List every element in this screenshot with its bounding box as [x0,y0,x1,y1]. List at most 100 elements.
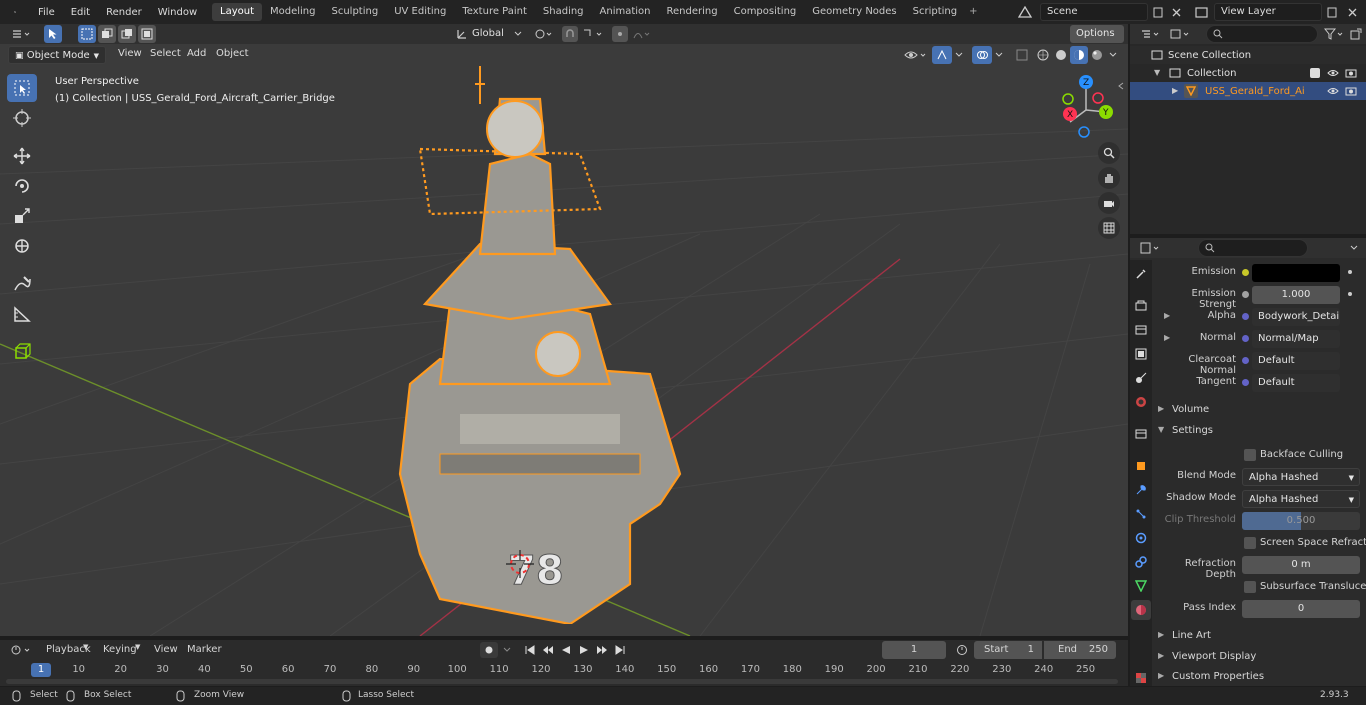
blend-mode-dropdown[interactable]: Alpha Hashed ▼ [1242,468,1360,486]
tool-settings-tab-icon[interactable] [1133,266,1149,282]
3d-cursor-icon[interactable] [506,550,534,578]
keyframe-dot-icon[interactable] [1348,336,1352,340]
orientation-icon[interactable] [454,26,470,42]
physics-tab-icon[interactable] [1133,530,1149,546]
volume-section[interactable]: ▶ Volume [1152,400,1366,420]
add-cube-tool-icon[interactable] [7,338,37,366]
blender-logo-icon[interactable] [6,3,24,21]
scene-tab-icon[interactable] [1133,370,1149,386]
display-mode-icon[interactable] [1168,26,1192,42]
new-view-layer-icon[interactable] [1324,3,1340,21]
select-extend-icon[interactable] [98,25,116,43]
shading-dropdown-icon[interactable] [1106,46,1120,64]
socket-dot-icon[interactable] [1242,379,1249,386]
collection-expand-icon[interactable]: ▼ [1154,68,1160,77]
pivot-point-icon[interactable] [532,26,556,42]
rotate-tool-icon[interactable] [7,172,37,200]
clip-threshold-slider[interactable]: 0.500 [1242,512,1360,530]
snap-icon[interactable] [562,26,578,42]
keyframe-dot-icon[interactable] [1348,314,1352,318]
proportional-edit-icon[interactable] [612,26,628,42]
rendered-shading-icon[interactable] [1088,46,1106,64]
ship-model[interactable]: 78 [380,54,710,624]
perspective-grid-icon[interactable] [1098,217,1120,239]
current-frame-field[interactable]: 1 [882,641,946,659]
viewport-menu-add[interactable]: Add [187,48,206,59]
select-box-tool-icon[interactable] [7,74,37,102]
material-tab-icon[interactable] [1131,600,1151,620]
socket-value[interactable]: Default [1252,374,1340,392]
overlays-dropdown-icon[interactable] [992,46,1006,64]
end-frame-field[interactable]: End 250 [1044,641,1116,659]
timeline-menu-marker[interactable]: Marker [187,644,222,655]
add-workspace-button[interactable]: + [965,3,981,21]
socket-value[interactable]: Bodywork_Details_... [1252,308,1340,326]
render-tab-icon[interactable] [1133,298,1149,314]
menu-edit[interactable]: Edit [63,7,98,18]
scene-icon[interactable] [1014,3,1036,21]
tab-rendering[interactable]: Rendering [659,3,726,21]
tab-scripting[interactable]: Scripting [905,3,965,21]
keyframe-dot-icon[interactable] [1348,358,1352,362]
object-eye-icon[interactable] [1326,85,1340,97]
object-expand-icon[interactable]: ▶ [1172,86,1178,95]
custom-properties-section[interactable]: ▶ Custom Properties [1152,667,1366,686]
modifier-tab-icon[interactable] [1133,482,1149,498]
falloff-icon[interactable] [630,26,654,42]
cursor-tool-icon[interactable] [7,104,37,132]
record-icon[interactable] [480,642,498,658]
socket-dot-icon[interactable] [1242,291,1249,298]
transform-tool-icon[interactable] [7,232,37,260]
outliner-row-scene-collection[interactable]: Scene Collection [1130,46,1366,64]
tab-sculpting[interactable]: Sculpting [324,3,387,21]
viewport-menu-object[interactable]: Object [216,48,249,59]
timeline-menu-view[interactable]: View [154,644,178,655]
properties-options-icon[interactable] [1346,240,1362,256]
viewport-display-section[interactable]: ▶ Viewport Display [1152,647,1366,667]
outliner-search-input[interactable] [1206,25,1318,43]
socket-dot-icon[interactable] [1242,357,1249,364]
texture-tab-icon[interactable] [1133,670,1149,686]
select-subtract-icon[interactable] [118,25,136,43]
socket-value[interactable]: Default [1252,352,1340,370]
tab-uv-editing[interactable]: UV Editing [386,3,454,21]
settings-section[interactable]: ▼ Settings [1152,421,1366,441]
tab-compositing[interactable]: Compositing [726,3,805,21]
menu-file[interactable]: File [30,7,63,18]
backface-culling-checkbox[interactable] [1244,449,1256,461]
collection-tab-icon[interactable] [1133,426,1149,442]
timeline-ruler[interactable]: 1 10 20 30 40 50 60 70 80 90 100 110 120 130 140 150 160… [0,660,1128,686]
measure-tool-icon[interactable] [7,300,37,328]
tab-texture-paint[interactable]: Texture Paint [454,3,535,21]
collection-eye-icon[interactable] [1326,67,1340,79]
gizmo-toggle-icon[interactable] [932,46,952,64]
keyframe-dot-icon[interactable] [1348,380,1352,384]
pan-hand-icon[interactable] [1098,167,1120,189]
select-invert-icon[interactable] [138,25,156,43]
object-camera-icon[interactable] [1344,85,1358,97]
output-tab-icon[interactable] [1133,322,1149,338]
close-view-layer-icon[interactable] [1344,3,1360,21]
next-keyframe-icon[interactable] [594,642,610,658]
sidebar-toggle-icon[interactable] [1116,80,1126,92]
viewport-menu-view[interactable]: View [118,48,142,59]
new-collection-icon[interactable] [1348,26,1364,42]
scene-field[interactable]: Scene [1040,3,1148,21]
socket-value[interactable]: 1.000 [1252,286,1340,304]
options-button[interactable]: Options ▼ [1070,25,1124,56]
socket-dot-icon[interactable] [1242,335,1249,342]
keyframe-dot-icon[interactable] [1348,292,1352,296]
timeline-menu-keying[interactable]: Keying [103,644,137,655]
material-preview-shading-icon[interactable] [1070,46,1088,64]
properties-search-input[interactable] [1198,239,1308,257]
zoom-icon[interactable] [1098,142,1120,164]
start-frame-field[interactable]: Start 1 [974,641,1042,659]
scale-tool-icon[interactable] [7,202,37,230]
select-tool-icon[interactable] [44,25,62,43]
pass-index-field[interactable]: 0 [1242,600,1360,618]
view-layer-field[interactable]: View Layer [1214,3,1322,21]
socket-dot-icon[interactable] [1242,269,1249,276]
object-mode-dropdown[interactable]: ▣ Object Mode ▼ [8,46,106,64]
constraints-tab-icon[interactable] [1133,554,1149,570]
gizmo-dropdown-icon[interactable] [952,46,966,64]
